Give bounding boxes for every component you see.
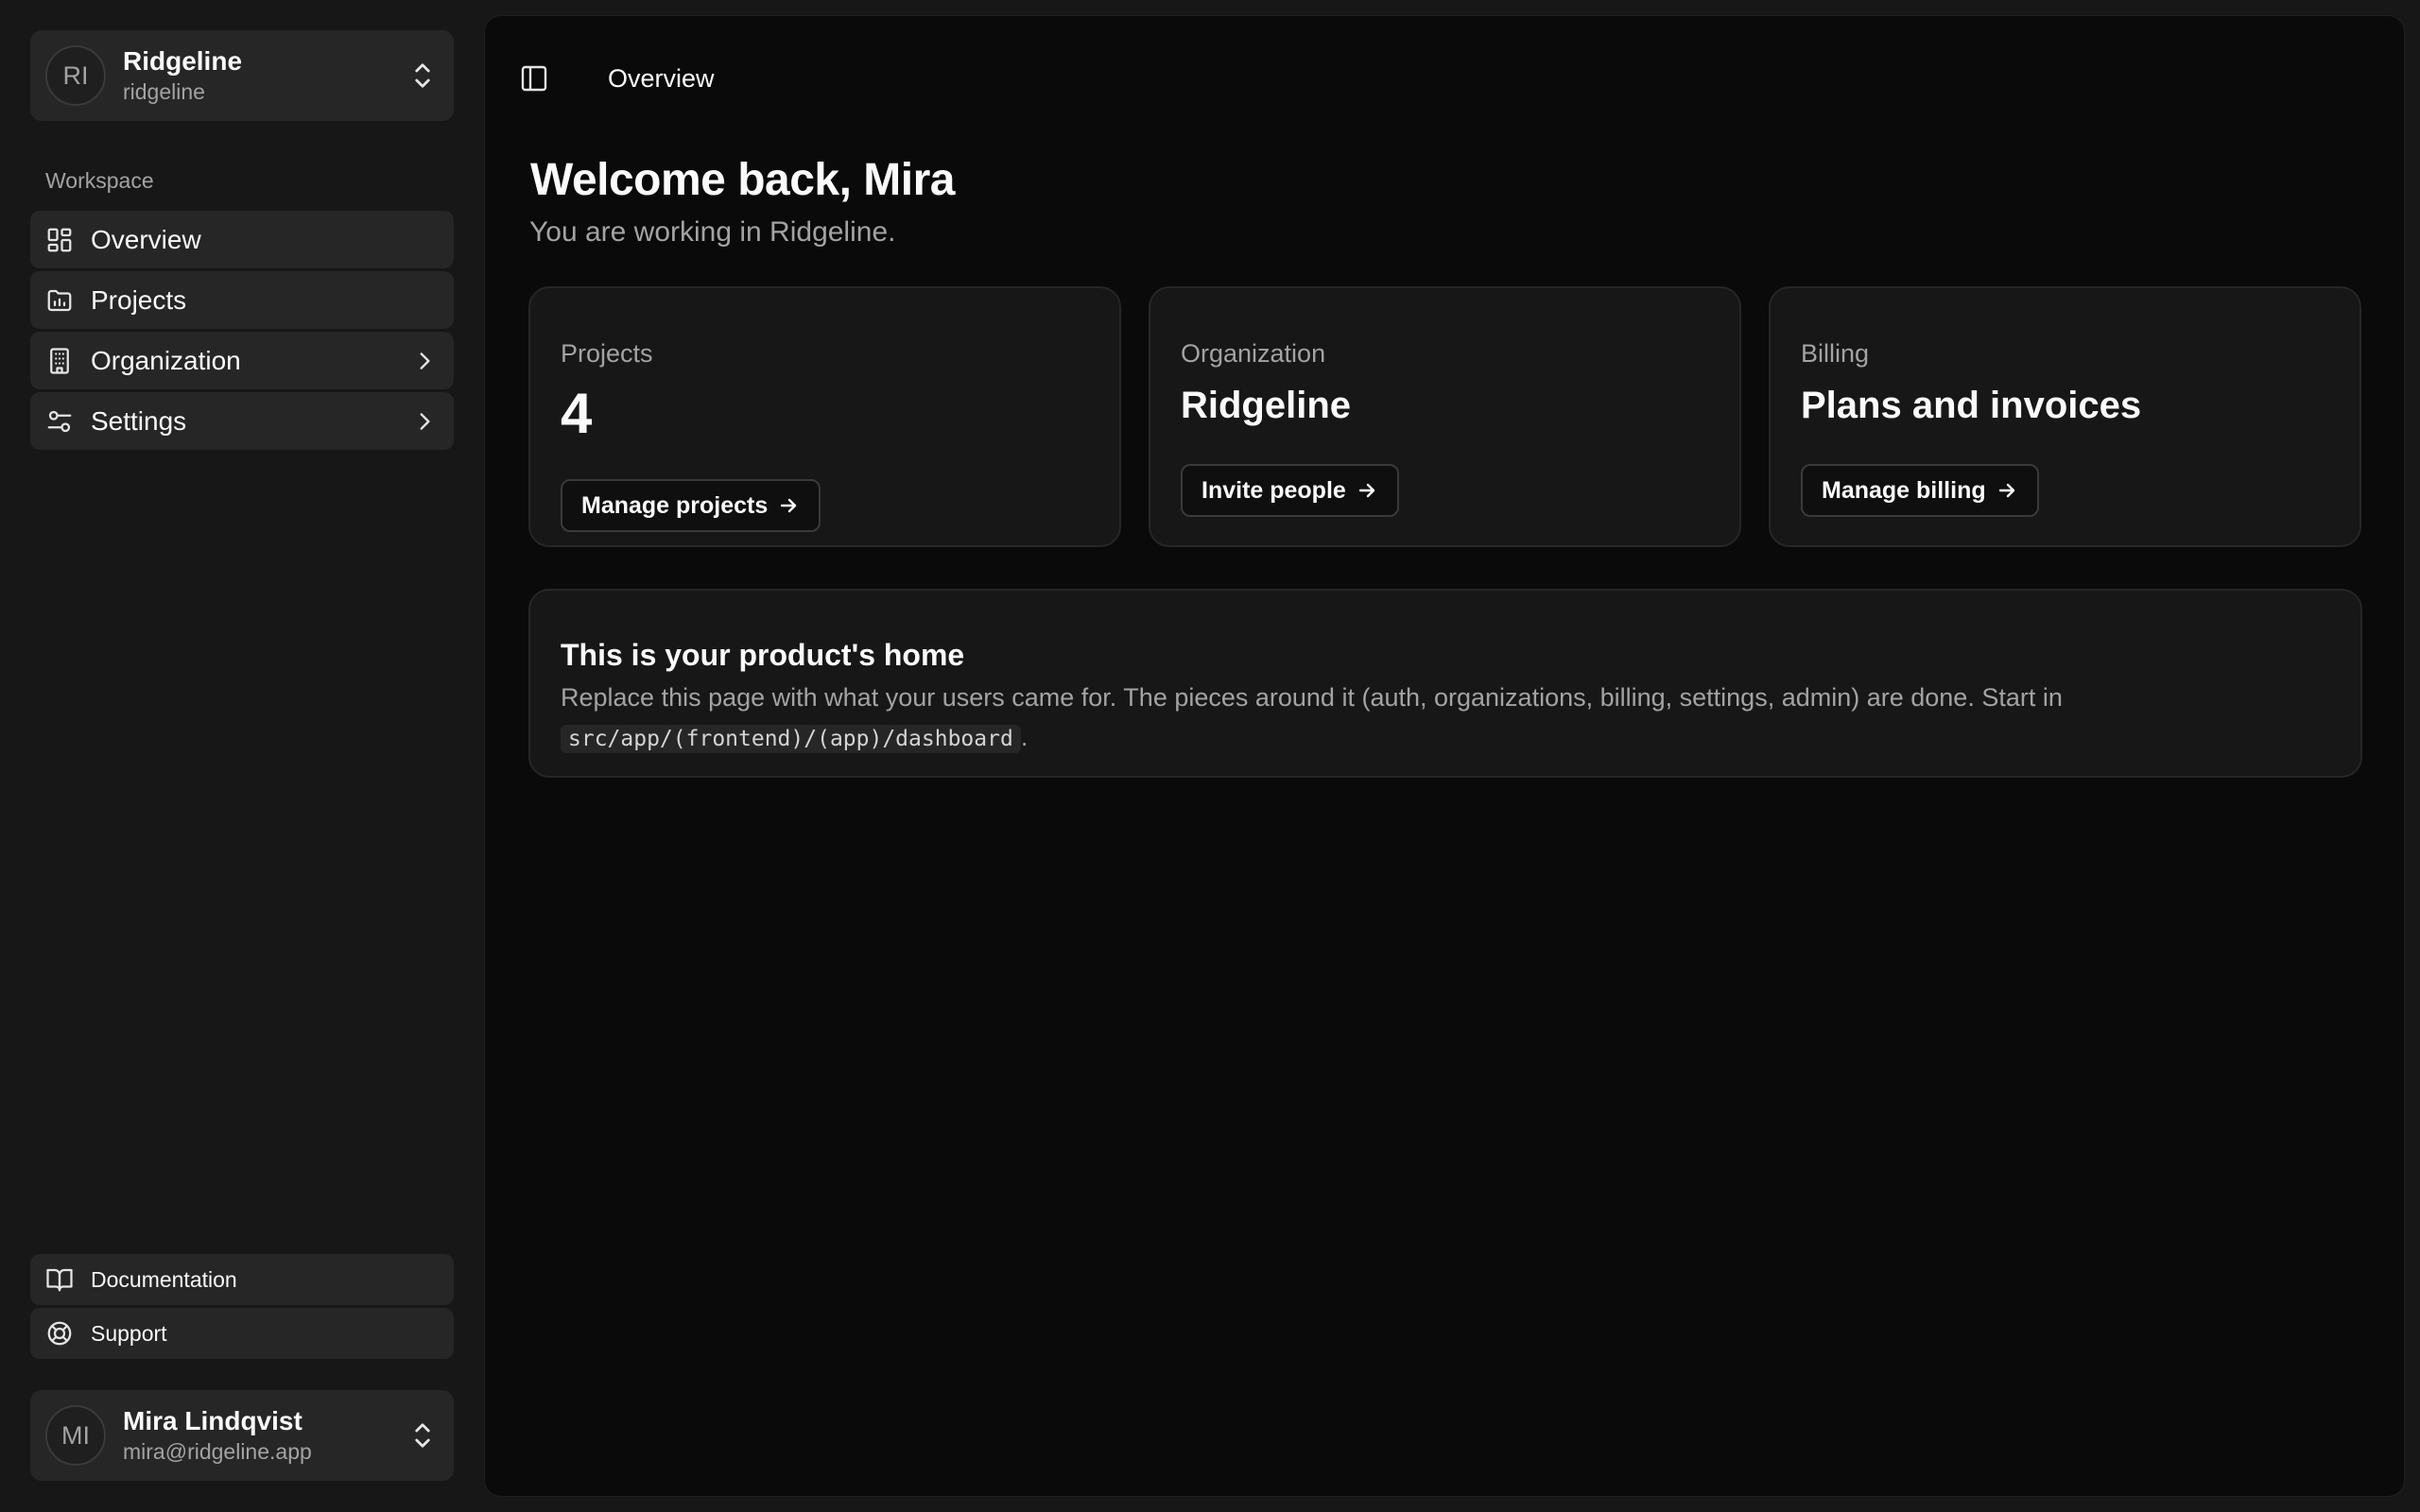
sidebar-item-label: Settings [91, 405, 187, 436]
arrow-right-icon [1358, 483, 1375, 498]
projects-card: Projects 4 Manage projects [528, 286, 1121, 547]
projects-count: 4 [561, 382, 593, 445]
org-info: Ridgeline ridgeline [123, 45, 408, 106]
manage-projects-button[interactable]: Manage projects [561, 479, 821, 532]
folder-chart-icon [47, 289, 72, 311]
support-link[interactable]: Support [30, 1308, 454, 1359]
invite-people-button[interactable]: Invite people [1181, 464, 1399, 517]
documentation-label: Documentation [91, 1266, 237, 1292]
billing-card: Billing Plans and invoices Manage billin… [1769, 286, 2361, 547]
summary-cards: Projects 4 Manage projects Organization … [528, 286, 2362, 547]
org-name: Ridgeline [123, 46, 243, 76]
arrow-right-icon [1998, 483, 2014, 498]
sidebar-item-label: Projects [91, 284, 187, 315]
main-panel: Overview Welcome back, Mira You are work… [484, 15, 2405, 1497]
home-card-title: This is your product's home [561, 638, 965, 672]
support-label: Support [91, 1320, 167, 1346]
org-avatar: RI [45, 45, 106, 106]
page-subtitle: You are working in Ridgeline. [529, 216, 896, 248]
organization-card: Organization Ridgeline Invite people [1149, 286, 1741, 547]
manage-billing-button[interactable]: Manage billing [1801, 464, 2039, 517]
sidebar-item-label: Overview [91, 224, 201, 254]
book-open-icon [46, 1268, 73, 1292]
layout-dashboard-icon [47, 228, 72, 251]
sidebar: RI Ridgeline ridgeline Workspace Overvie… [0, 0, 484, 1512]
sidebar-item-organization[interactable]: Organization [30, 332, 454, 389]
organization-name: Ridgeline [1181, 385, 1352, 426]
home-description-text: Replace this page with what your users c… [561, 683, 2063, 712]
sidebar-item-overview[interactable]: Overview [30, 211, 454, 268]
sidebar-item-settings[interactable]: Settings [30, 392, 454, 450]
life-buoy-icon [47, 1321, 72, 1346]
chevrons-up-down-icon [415, 1423, 430, 1448]
billing-summary: Plans and invoices [1801, 385, 2142, 426]
arrow-right-icon [781, 498, 797, 513]
top-bar: Overview [519, 63, 715, 94]
documentation-link[interactable]: Documentation [30, 1254, 454, 1305]
organization-switcher[interactable]: RI Ridgeline ridgeline [30, 30, 454, 121]
card-label: Projects [561, 339, 653, 368]
sidebar-toggle-icon[interactable] [519, 63, 549, 94]
user-menu-button[interactable]: MI Mira Lindqvist mira@ridgeline.app [30, 1390, 454, 1481]
sidebar-footer-links: Documentation Support [30, 1254, 454, 1362]
home-description-suffix: . [1020, 723, 1028, 751]
sidebar-item-label: Organization [91, 345, 241, 375]
breadcrumb: Overview [608, 63, 715, 93]
app-root: RI Ridgeline ridgeline Workspace Overvie… [0, 0, 2420, 1512]
chevron-right-icon [420, 412, 430, 430]
card-label: Billing [1801, 339, 1870, 368]
building-icon [50, 347, 69, 374]
user-email: mira@ridgeline.app [123, 1439, 312, 1464]
dashboard-path-code: src/app/(frontend)/(app)/dashboard [561, 725, 1021, 753]
sidebar-item-projects[interactable]: Projects [30, 271, 454, 329]
user-name: Mira Lindqvist [123, 1406, 302, 1435]
sidebar-nav: Overview Projects Organization Settings [30, 211, 454, 453]
user-info: Mira Lindqvist mira@ridgeline.app [123, 1405, 408, 1466]
sliders-icon [47, 410, 72, 432]
nav-group-label: Workspace [45, 168, 154, 193]
chevron-right-icon [420, 352, 430, 369]
home-card-description: Replace this page with what your users c… [561, 678, 2319, 759]
button-label: Manage billing [1822, 476, 1986, 504]
chevrons-up-down-icon [415, 63, 430, 88]
org-slug: ridgeline [123, 79, 205, 104]
button-label: Invite people [1201, 476, 1346, 504]
user-avatar: MI [45, 1405, 106, 1466]
page-title: Welcome back, Mira [530, 155, 955, 205]
button-label: Manage projects [581, 491, 769, 519]
product-home-card: This is your product's home Replace this… [528, 589, 2362, 778]
card-label: Organization [1181, 339, 1326, 368]
